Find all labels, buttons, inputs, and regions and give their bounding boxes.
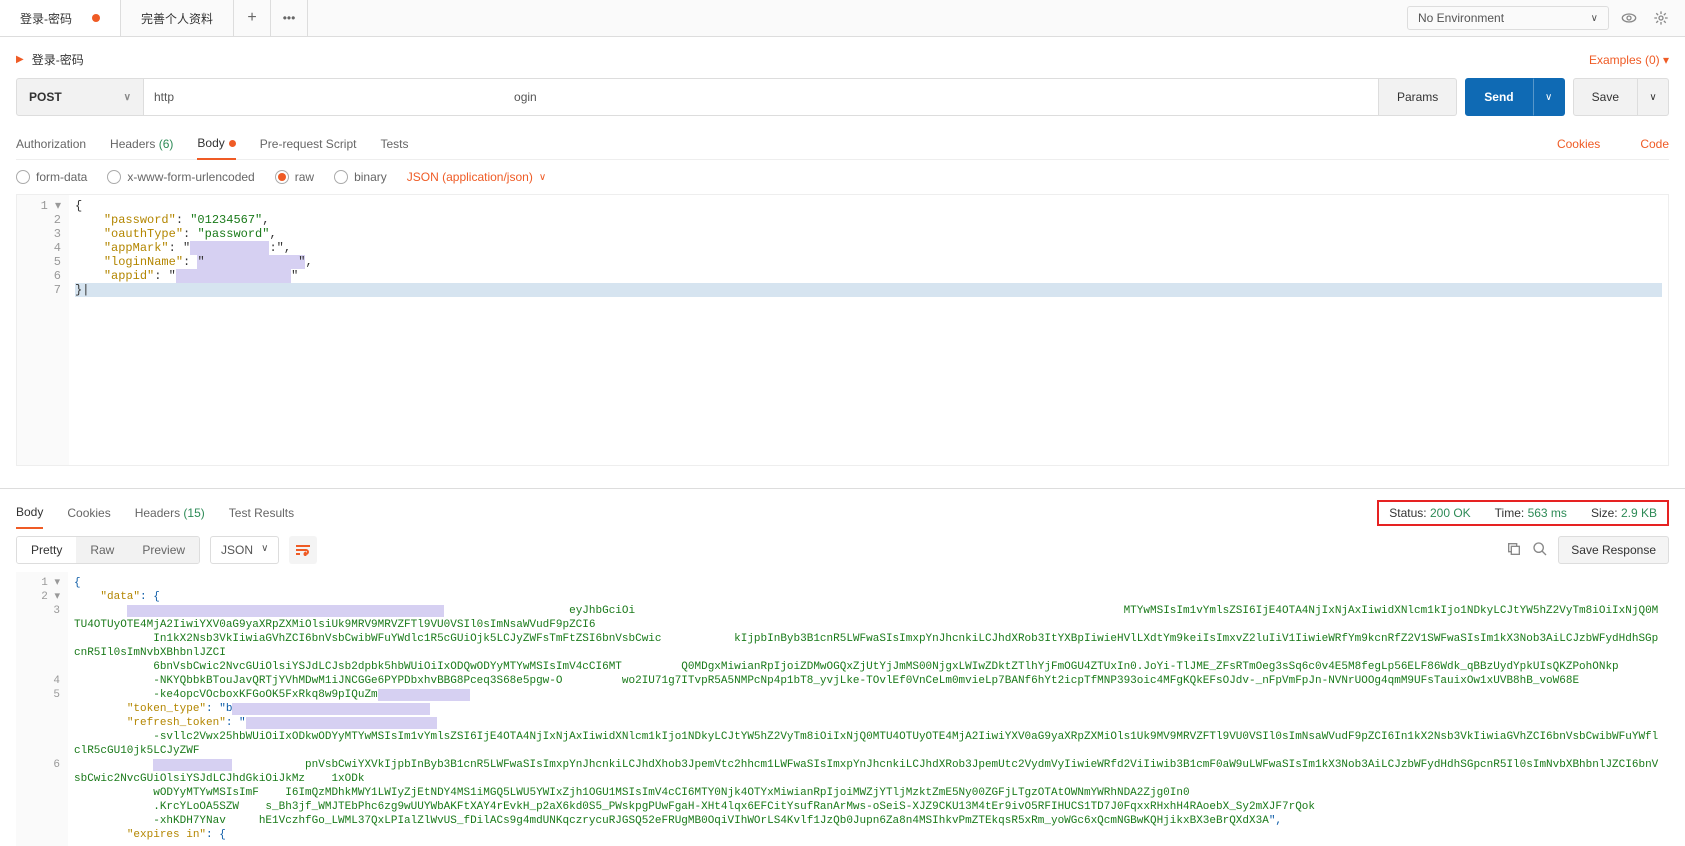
tab-headers[interactable]: Headers (6) xyxy=(110,129,173,159)
tab-tests[interactable]: Tests xyxy=(380,129,408,159)
chevron-down-icon: ∨ xyxy=(124,92,131,103)
save-dropdown[interactable]: ∨ xyxy=(1638,78,1669,116)
radio-raw[interactable]: raw xyxy=(275,170,314,184)
response-tabs: Body Cookies Headers (15) Test Results S… xyxy=(0,489,1685,528)
tab-add[interactable]: + xyxy=(234,0,271,36)
request-area: ▶ 登录-密码 Examples (0) ▾ POST ∨ httpogin Pa… xyxy=(0,37,1685,474)
top-bar: 登录-密码 完善个人资料 + ••• No Environment ∨ xyxy=(0,0,1685,37)
search-icon[interactable] xyxy=(1532,541,1548,560)
gutter: 1 ▾2 ▾3 45 6 xyxy=(16,572,68,846)
params-button[interactable]: Params xyxy=(1379,78,1457,116)
breadcrumb: 登录-密码 xyxy=(32,51,84,68)
request-row: POST ∨ httpogin Params Send ∨ Save ∨ xyxy=(16,78,1669,116)
resp-tab-cookies[interactable]: Cookies xyxy=(67,498,110,528)
unsaved-dot-icon xyxy=(92,14,100,22)
examples-link[interactable]: Examples (0) ▾ xyxy=(1589,53,1669,67)
environment-select[interactable]: No Environment ∨ xyxy=(1407,6,1609,30)
response-area: Body Cookies Headers (15) Test Results S… xyxy=(0,488,1685,846)
code-link[interactable]: Code xyxy=(1640,137,1669,151)
save-button[interactable]: Save xyxy=(1573,78,1638,116)
request-subtabs: Authorization Headers (6) Body Pre-reque… xyxy=(16,128,1669,160)
breadcrumb-row: ▶ 登录-密码 Examples (0) ▾ xyxy=(16,51,1669,68)
time-value: 563 ms xyxy=(1528,506,1567,520)
top-right: No Environment ∨ xyxy=(1407,6,1685,30)
status-box: Status: 200 OK Time: 563 ms Size: 2.9 KB xyxy=(1377,500,1669,526)
request-body-editor[interactable]: 1 ▾234567 { "password": "01234567", "oau… xyxy=(16,194,1669,466)
body-options: form-data x-www-form-urlencoded raw bina… xyxy=(16,160,1669,194)
radio-binary[interactable]: binary xyxy=(334,170,387,184)
status-value: 200 OK xyxy=(1430,506,1471,520)
method-label: POST xyxy=(29,90,62,104)
triangle-icon: ▶ xyxy=(16,54,24,65)
view-tabs: Pretty Raw Preview xyxy=(16,536,200,564)
eye-icon[interactable] xyxy=(1617,6,1641,30)
cookies-link[interactable]: Cookies xyxy=(1557,137,1600,151)
chevron-down-icon: ∨ xyxy=(539,172,546,183)
code[interactable]: { "password": "01234567", "oauthType": "… xyxy=(69,195,1668,465)
content-type-select[interactable]: JSON (application/json)∨ xyxy=(407,170,546,184)
save-response-button[interactable]: Save Response xyxy=(1558,536,1669,564)
radio-xform[interactable]: x-www-form-urlencoded xyxy=(107,170,254,184)
response-body[interactable]: 1 ▾2 ▾3 45 6 { "data": { " eyJhbGciOi xyxy=(0,572,1685,846)
code[interactable]: { "data": { " eyJhbGciOi MTYwMSIsIm1vYml… xyxy=(68,572,1669,846)
send-button[interactable]: Send xyxy=(1465,78,1532,116)
radio-form-data[interactable]: form-data xyxy=(16,170,87,184)
view-pretty[interactable]: Pretty xyxy=(17,537,76,563)
response-toolbar: Pretty Raw Preview JSON∨ Save Response xyxy=(0,528,1685,572)
chevron-down-icon: ∨ xyxy=(261,543,268,557)
view-preview[interactable]: Preview xyxy=(128,537,199,563)
tabs: 登录-密码 完善个人资料 + ••• xyxy=(0,0,1407,36)
wrap-icon[interactable] xyxy=(289,536,317,564)
chevron-down-icon: ∨ xyxy=(1591,13,1598,24)
chevron-down-icon: ∨ xyxy=(1649,92,1656,103)
tab-label: 完善个人资料 xyxy=(141,10,213,27)
active-dot-icon xyxy=(229,140,236,147)
size-value: 2.9 KB xyxy=(1621,506,1657,520)
resp-tab-body[interactable]: Body xyxy=(16,497,43,529)
tab-profile[interactable]: 完善个人资料 xyxy=(121,0,234,36)
gutter: 1 ▾234567 xyxy=(17,195,69,465)
tab-prerequest[interactable]: Pre-request Script xyxy=(260,129,357,159)
url-input[interactable]: httpogin xyxy=(144,78,1379,116)
gear-icon[interactable] xyxy=(1649,6,1673,30)
tab-menu[interactable]: ••• xyxy=(271,0,308,36)
tab-authorization[interactable]: Authorization xyxy=(16,129,86,159)
tab-label: 登录-密码 xyxy=(20,10,72,27)
tab-login[interactable]: 登录-密码 xyxy=(0,0,121,36)
copy-icon[interactable] xyxy=(1506,541,1522,560)
send-dropdown[interactable]: ∨ xyxy=(1533,78,1565,116)
method-select[interactable]: POST ∨ xyxy=(16,78,144,116)
env-label: No Environment xyxy=(1418,11,1504,25)
resp-tab-tests[interactable]: Test Results xyxy=(229,498,294,528)
chevron-down-icon: ∨ xyxy=(1545,92,1552,103)
view-raw[interactable]: Raw xyxy=(76,537,128,563)
format-select[interactable]: JSON∨ xyxy=(210,536,279,564)
resp-tab-headers[interactable]: Headers (15) xyxy=(135,498,205,528)
tab-body[interactable]: Body xyxy=(197,128,235,160)
